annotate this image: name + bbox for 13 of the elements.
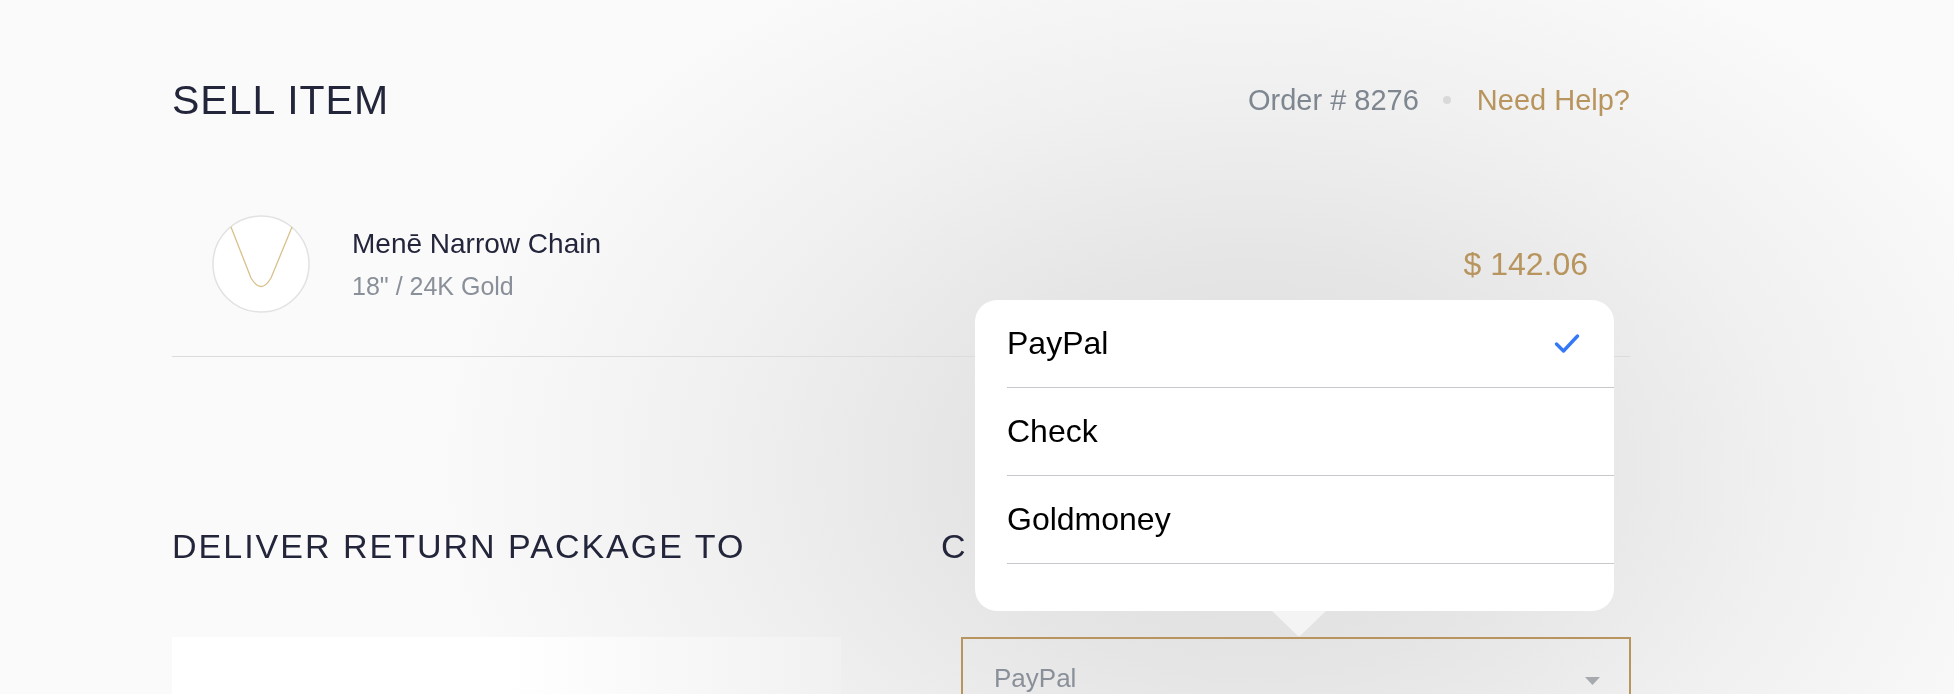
item-name: Menē Narrow Chain [352, 227, 601, 261]
order-number: Order # 8276 [1247, 83, 1419, 117]
item-details: 18" / 24K Gold [352, 271, 514, 301]
menu-option[interactable]: Goldmoney [1007, 476, 1614, 564]
section-heading: DELIVER RETURN PACKAGE TO [172, 526, 746, 566]
menu-option[interactable]: PayPal [1007, 300, 1614, 388]
menu-option[interactable]: Check [1007, 388, 1614, 476]
dot-icon [1442, 96, 1451, 104]
page-title: SELL ITEM [172, 76, 390, 124]
caret-icon [1585, 677, 1600, 685]
item-price: $ 142.06 [1463, 245, 1588, 283]
section-heading: C [941, 526, 968, 566]
necklace-icon [212, 215, 310, 313]
